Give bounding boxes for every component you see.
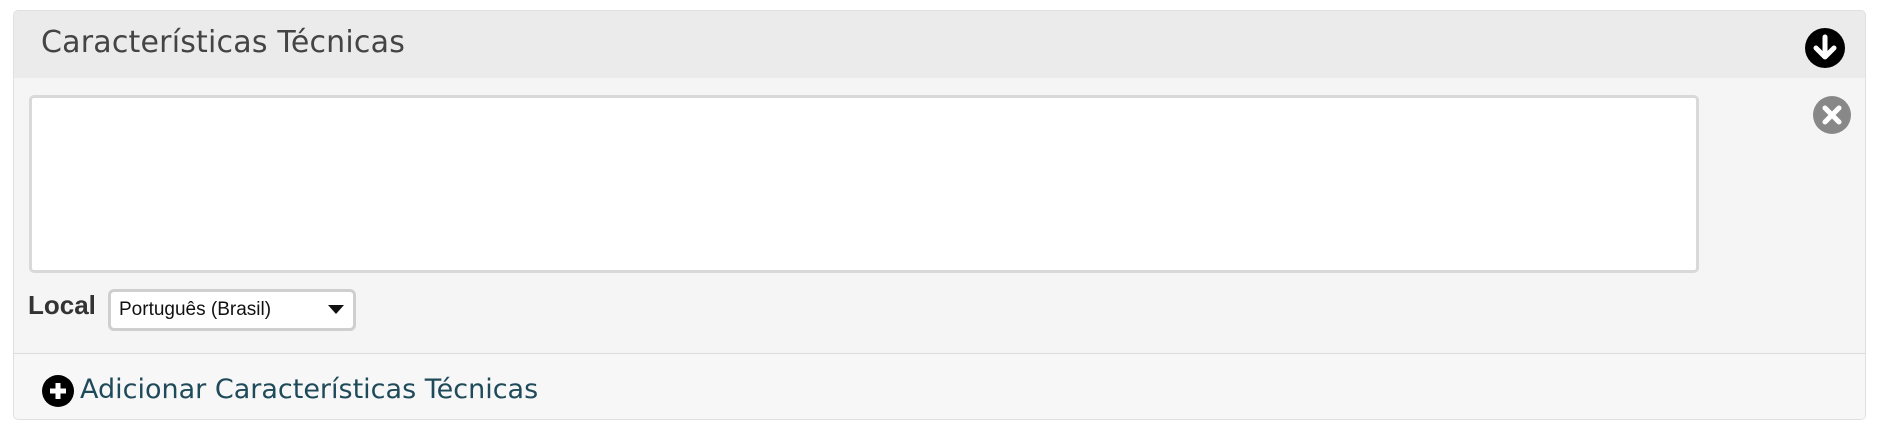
add-characteristics-label: Adicionar Características Técnicas — [80, 373, 539, 405]
panel-footer: Adicionar Características Técnicas — [14, 354, 1865, 419]
locale-select-value: Português (Brasil) — [119, 299, 272, 320]
chevron-down-icon — [328, 305, 344, 314]
close-circle-icon — [1822, 105, 1842, 125]
collapse-button[interactable] — [1805, 28, 1845, 68]
panel-title: Características Técnicas — [41, 25, 406, 60]
locale-select[interactable]: Português (Brasil) — [108, 289, 356, 331]
panel-body: Local Português (Brasil) — [14, 78, 1865, 354]
locale-label: Local — [28, 290, 96, 320]
technical-characteristics-panel: Características Técnicas Local Português… — [13, 10, 1866, 420]
panel-header: Características Técnicas — [14, 11, 1865, 78]
arrow-down-circle-icon — [1813, 34, 1837, 60]
add-characteristics-link[interactable]: Adicionar Características Técnicas — [42, 371, 538, 407]
characteristics-textarea[interactable] — [29, 95, 1699, 273]
remove-button[interactable] — [1813, 96, 1851, 134]
plus-circle-icon — [42, 375, 74, 407]
